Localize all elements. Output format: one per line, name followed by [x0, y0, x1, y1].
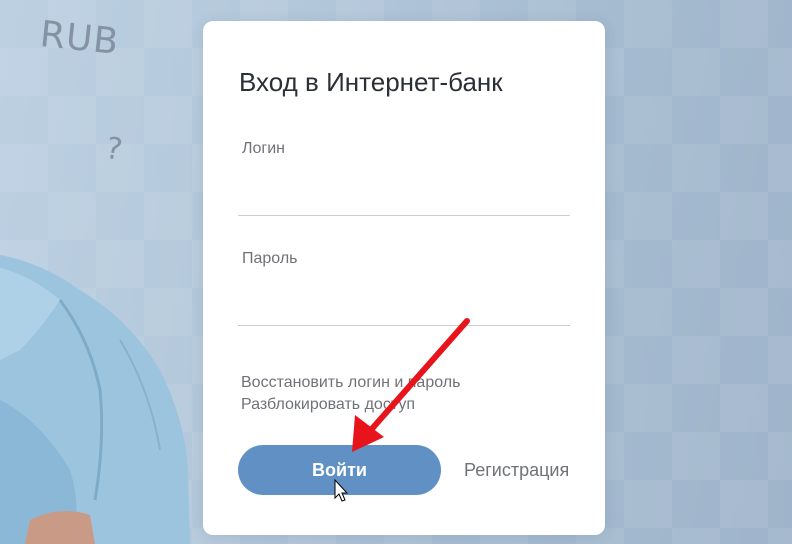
login-card: Вход в Интернет-банк Логин Пароль Восста…: [203, 21, 605, 535]
recover-credentials-link[interactable]: Восстановить логин и пароль: [241, 374, 460, 392]
password-label: Пароль: [242, 250, 298, 267]
password-input[interactable]: [238, 295, 570, 326]
unlock-access-link[interactable]: Разблокировать доступ: [241, 396, 415, 414]
login-label: Логин: [242, 140, 286, 157]
login-button[interactable]: Войти: [238, 445, 441, 495]
person-illustration: [0, 255, 190, 544]
login-input[interactable]: [238, 185, 570, 216]
register-link[interactable]: Регистрация: [464, 460, 569, 481]
login-title: Вход в Интернет-банк: [239, 67, 503, 97]
